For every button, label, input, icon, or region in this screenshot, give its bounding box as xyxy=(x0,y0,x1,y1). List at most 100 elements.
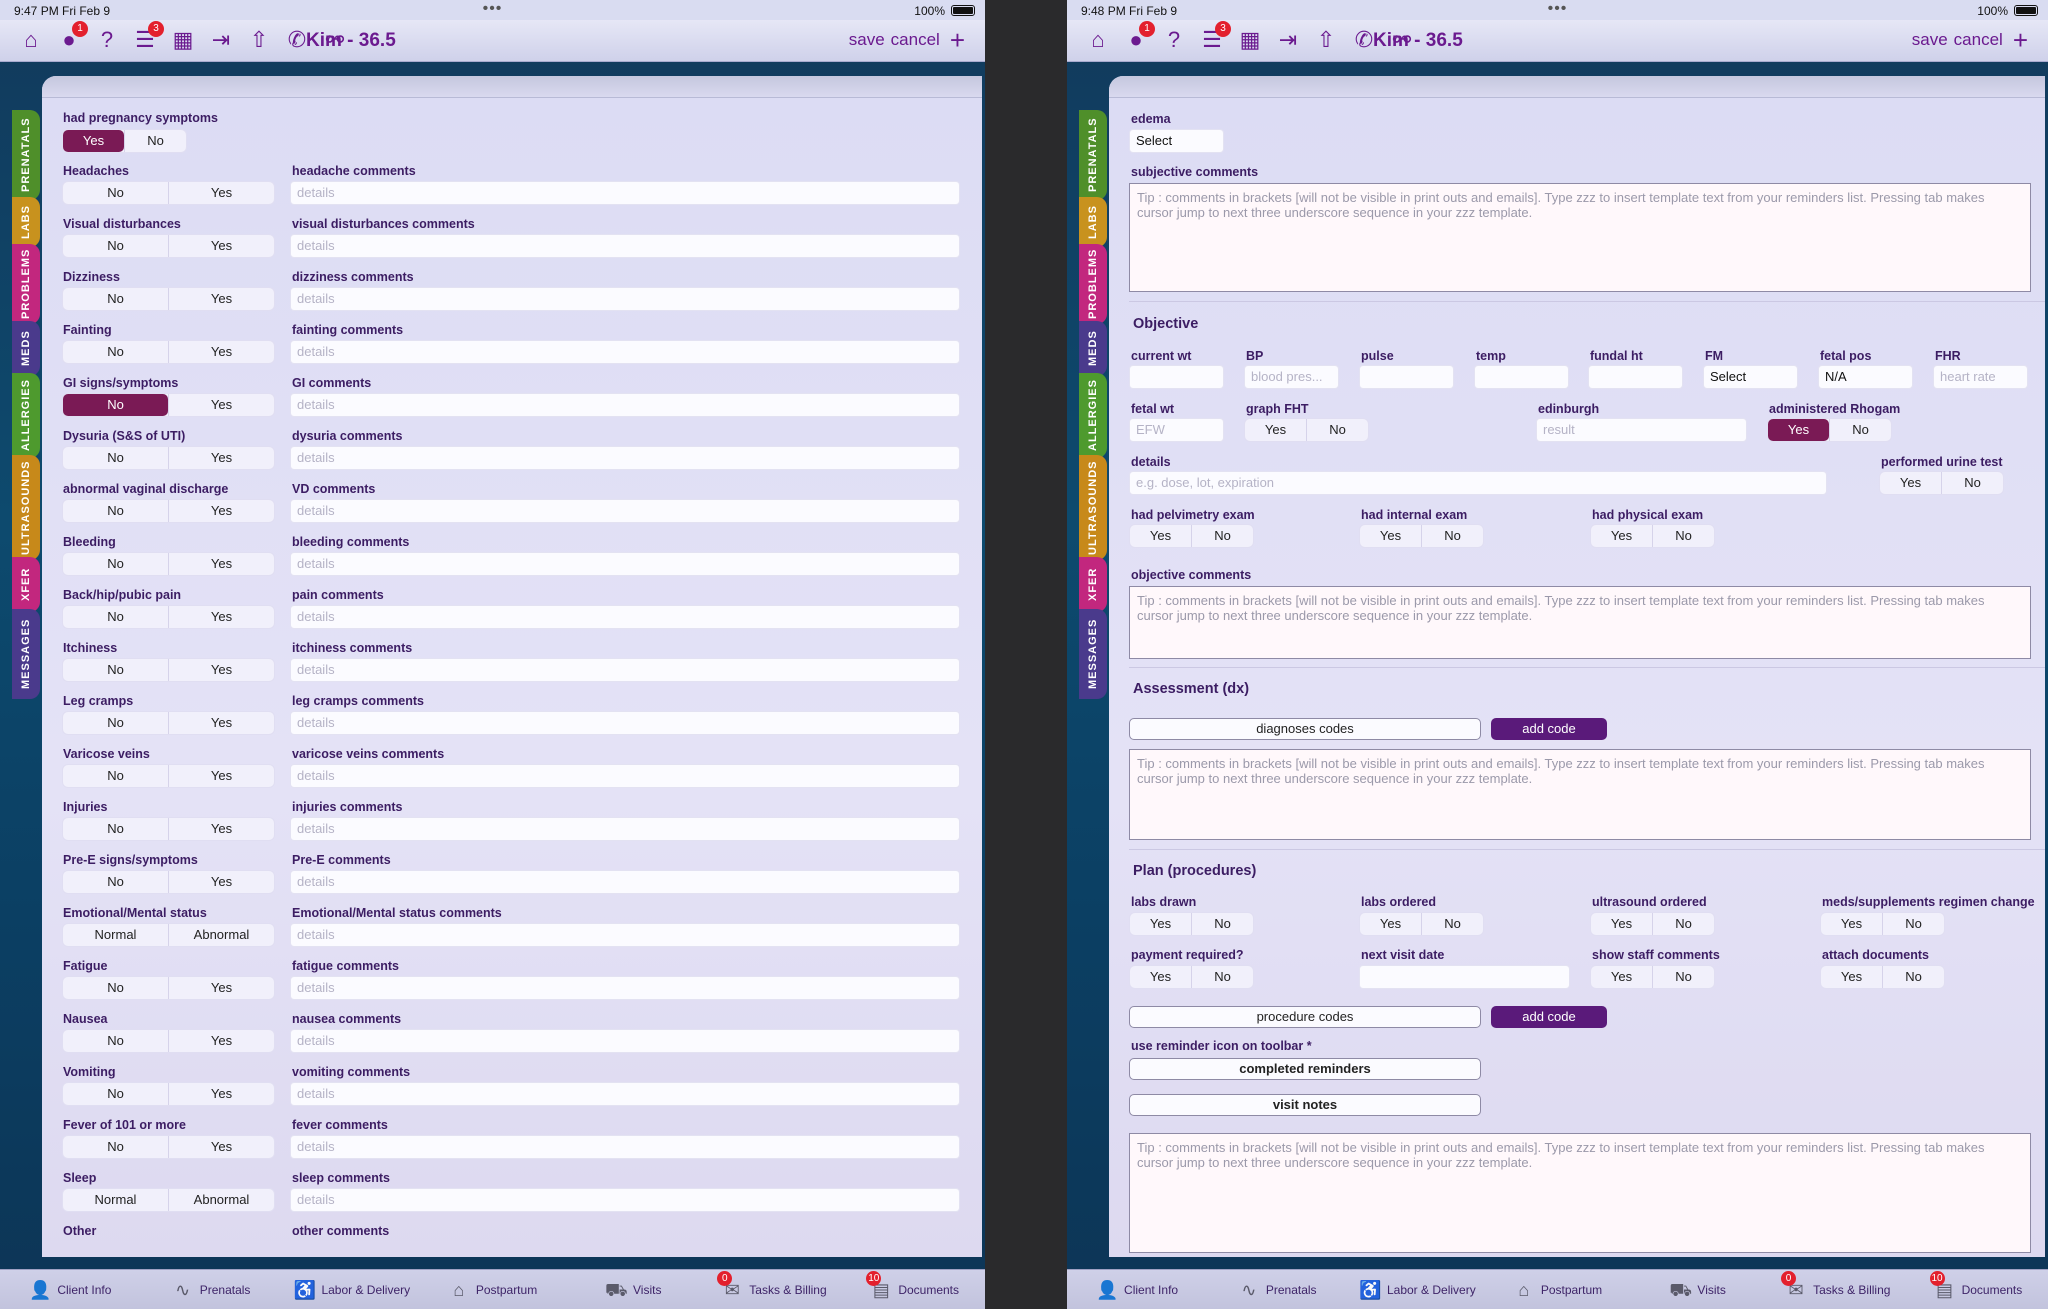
no-option[interactable]: No xyxy=(1191,913,1253,935)
nav-documents[interactable]: ▤ 10 Documents xyxy=(844,1270,985,1301)
yes-option[interactable]: Yes xyxy=(1821,966,1882,988)
nav-documents[interactable]: ▤ 10 Documents xyxy=(1908,1270,2048,1301)
option-a[interactable]: No xyxy=(63,765,168,787)
procedure-codes-button[interactable]: procedure codes xyxy=(1129,1006,1481,1028)
no-option[interactable]: No xyxy=(1191,966,1253,988)
side-tab-xfer[interactable]: XFER xyxy=(12,557,40,612)
pelvimetry-toggle[interactable]: Yes No xyxy=(1129,524,1254,548)
option-b[interactable]: Yes xyxy=(168,1136,274,1158)
symptom-toggle[interactable]: Normal Abnormal xyxy=(62,1188,275,1212)
no-option[interactable]: No xyxy=(1306,419,1368,441)
attach-docs-toggle[interactable]: Yes No xyxy=(1820,965,1945,989)
side-tab-ultrasounds[interactable]: ULTRASOUNDS xyxy=(1079,455,1107,560)
option-a[interactable]: No xyxy=(63,1083,168,1105)
fundal-input[interactable] xyxy=(1588,365,1683,389)
symptom-toggle[interactable]: No Yes xyxy=(62,976,275,1000)
option-b[interactable]: Yes xyxy=(168,606,274,628)
nav-tasks-billing[interactable]: ✉ 0 Tasks & Billing xyxy=(704,1270,845,1301)
option-a[interactable]: No xyxy=(63,288,168,310)
option-a[interactable]: No xyxy=(63,182,168,204)
fetal-wt-input[interactable]: EFW xyxy=(1129,418,1224,442)
symptom-toggle[interactable]: No Yes xyxy=(62,764,275,788)
no-option[interactable]: No xyxy=(1191,525,1253,547)
symptom-comment-input[interactable]: details xyxy=(290,870,960,894)
option-b[interactable]: Yes xyxy=(168,341,274,363)
yes-option[interactable]: Yes xyxy=(1591,966,1652,988)
calendar-icon[interactable]: ▦ xyxy=(1237,27,1263,53)
save-button[interactable]: save xyxy=(849,30,885,50)
save-button[interactable]: save xyxy=(1912,30,1948,50)
completed-reminders-button[interactable]: completed reminders xyxy=(1129,1058,1481,1080)
option-a[interactable]: No xyxy=(63,553,168,575)
side-tab-messages[interactable]: MESSAGES xyxy=(12,609,40,699)
internal-toggle[interactable]: Yes No xyxy=(1359,524,1484,548)
symptom-comment-input[interactable]: details xyxy=(290,446,960,470)
option-b[interactable]: Yes xyxy=(168,1030,274,1052)
symptom-toggle[interactable]: No Yes xyxy=(62,446,275,470)
option-b[interactable]: Yes xyxy=(168,288,274,310)
temp-input[interactable] xyxy=(1474,365,1569,389)
symptom-toggle[interactable]: No Yes xyxy=(62,711,275,735)
symptom-toggle[interactable]: Normal Abnormal xyxy=(62,923,275,947)
pulse-input[interactable] xyxy=(1359,365,1454,389)
symptom-comment-input[interactable]: details xyxy=(290,923,960,947)
home-icon[interactable]: ⌂ xyxy=(1085,27,1111,53)
option-b[interactable]: Yes xyxy=(168,765,274,787)
nav-prenatals[interactable]: ∿ Prenatals xyxy=(1207,1279,1347,1301)
symptom-toggle[interactable]: No Yes xyxy=(62,552,275,576)
meds-change-toggle[interactable]: Yes No xyxy=(1820,912,1945,936)
side-tab-labs[interactable]: LABS xyxy=(12,197,40,247)
option-a[interactable]: No xyxy=(63,447,168,469)
symptom-toggle[interactable]: No Yes xyxy=(62,870,275,894)
cancel-button[interactable]: cancel xyxy=(1954,30,2003,50)
option-b[interactable]: Yes xyxy=(168,871,274,893)
symptom-comment-input[interactable]: details xyxy=(290,499,960,523)
option-b[interactable]: Yes xyxy=(168,447,274,469)
side-tab-labs[interactable]: LABS xyxy=(1079,197,1107,247)
side-tab-meds[interactable]: MEDS xyxy=(1079,321,1107,376)
nav-labor-delivery[interactable]: ♿ Labor & Delivery xyxy=(1347,1279,1487,1301)
bp-input[interactable]: blood pres... xyxy=(1244,365,1339,389)
symptom-toggle[interactable]: No Yes xyxy=(62,605,275,629)
symptom-toggle[interactable]: No Yes xyxy=(62,658,275,682)
symptom-comment-input[interactable]: details xyxy=(290,605,960,629)
pregnancy-symptoms-toggle[interactable]: Yes No xyxy=(62,129,187,153)
symptom-comment-input[interactable]: details xyxy=(290,1082,960,1106)
option-a[interactable]: No xyxy=(63,712,168,734)
option-b[interactable]: Yes xyxy=(168,818,274,840)
multitask-dots[interactable]: ••• xyxy=(483,0,503,18)
yes-option[interactable]: Yes xyxy=(1245,419,1306,441)
export-icon[interactable]: ⇥ xyxy=(208,27,234,53)
share-icon[interactable]: ⇧ xyxy=(246,27,272,53)
yes-option[interactable]: Yes xyxy=(1591,913,1652,935)
diagnoses-codes-button[interactable]: diagnoses codes xyxy=(1129,718,1481,740)
symptom-toggle[interactable]: No Yes xyxy=(62,287,275,311)
yes-option[interactable]: Yes xyxy=(1130,966,1191,988)
nav-visits[interactable]: ⛟ Visits xyxy=(1628,1279,1768,1301)
no-option[interactable]: No xyxy=(1652,525,1714,547)
symptom-toggle[interactable]: No Yes xyxy=(62,1082,275,1106)
option-a[interactable]: No xyxy=(63,341,168,363)
option-b[interactable]: Yes xyxy=(168,500,274,522)
payment-toggle[interactable]: Yes No xyxy=(1129,965,1254,989)
option-a[interactable]: No xyxy=(63,606,168,628)
option-b[interactable]: Yes xyxy=(168,712,274,734)
side-tab-ultrasounds[interactable]: ULTRASOUNDS xyxy=(12,455,40,560)
symptom-comment-input[interactable]: details xyxy=(290,234,960,258)
yes-option[interactable]: Yes xyxy=(1591,525,1652,547)
symptom-comment-input[interactable]: details xyxy=(290,1135,960,1159)
no-option[interactable]: No xyxy=(1421,525,1483,547)
nav-visits[interactable]: ⛟ Visits xyxy=(563,1279,704,1301)
yes-option[interactable]: Yes xyxy=(1360,913,1421,935)
tasks-icon[interactable]: ☰ 3 xyxy=(1199,21,1231,53)
option-a[interactable]: No xyxy=(63,1136,168,1158)
add-procedure-code-button[interactable]: add code xyxy=(1491,1006,1607,1028)
symptom-comment-input[interactable]: details xyxy=(290,817,960,841)
calendar-icon[interactable]: ▦ xyxy=(170,27,196,53)
option-b[interactable]: Yes xyxy=(168,977,274,999)
no-option[interactable]: No xyxy=(1421,913,1483,935)
physical-toggle[interactable]: Yes No xyxy=(1590,524,1715,548)
us-ordered-toggle[interactable]: Yes No xyxy=(1590,912,1715,936)
nav-postpartum[interactable]: ⌂ Postpartum xyxy=(422,1279,563,1301)
symptom-toggle[interactable]: No Yes xyxy=(62,181,275,205)
